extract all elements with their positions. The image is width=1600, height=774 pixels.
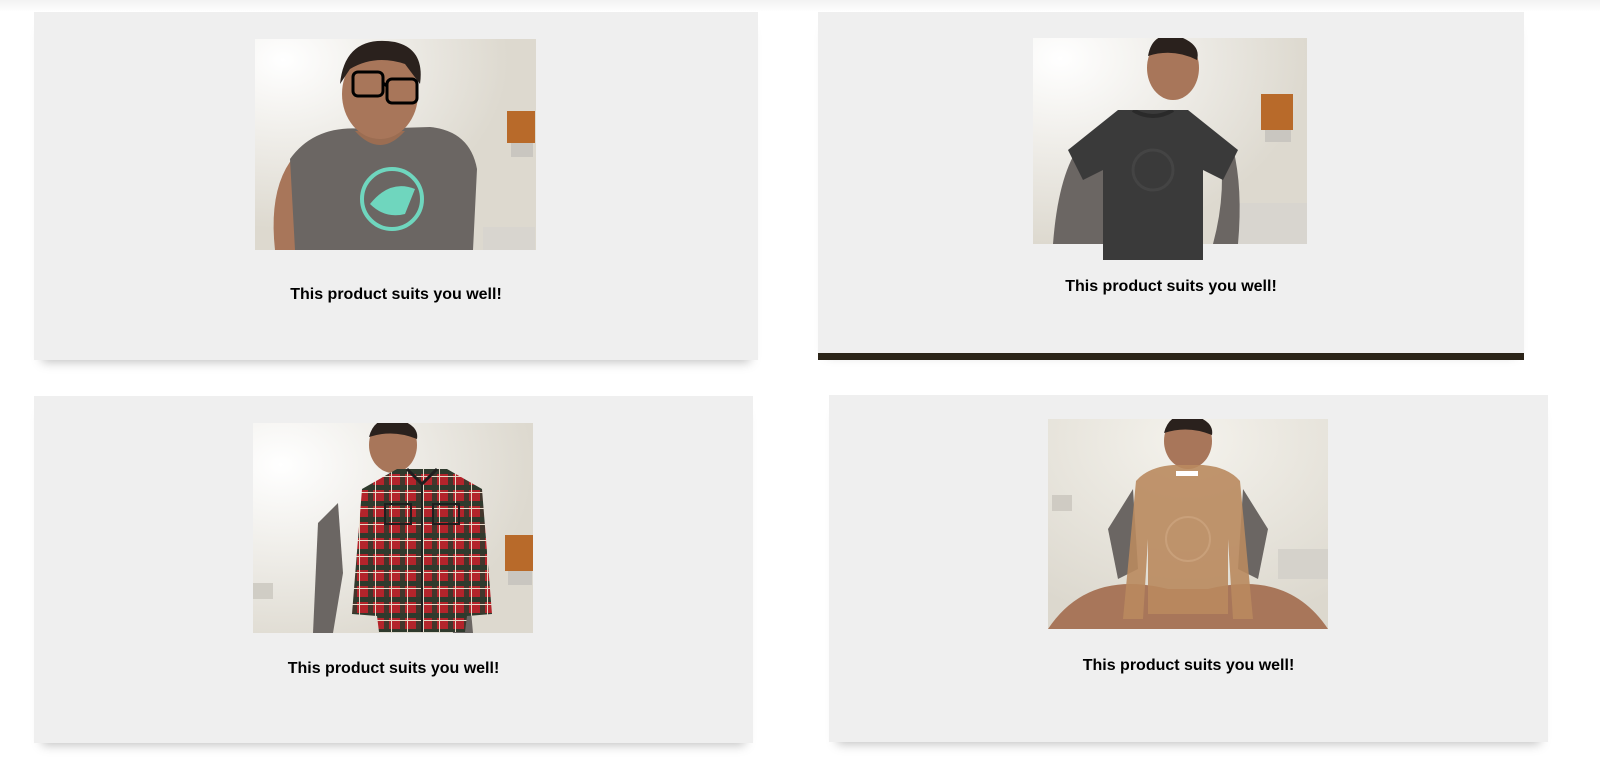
top-divider <box>0 0 1600 12</box>
tryon-card-glasses: This product suits you well! <box>34 12 758 360</box>
tryon-card-tshirt: This product suits you well! <box>818 12 1524 353</box>
tshirt-overlay-icon <box>1068 110 1238 260</box>
webcam-frame-glasses <box>255 39 536 250</box>
result-caption: This product suits you well! <box>1082 657 1295 674</box>
result-caption: This product suits you well! <box>1065 278 1277 295</box>
result-caption: This product suits you well! <box>290 286 502 303</box>
camera-preview-glasses <box>255 39 536 250</box>
camera-preview-sweater <box>1048 419 1328 629</box>
tryon-card-plaid-shirt: This product suits you well! <box>34 396 753 743</box>
sweater-overlay-icon <box>1123 465 1253 619</box>
plaid-shirt-overlay-icon <box>352 467 492 632</box>
panel-bottom-edge <box>818 353 1524 360</box>
tryon-card-sweater: This product suits you well! <box>829 395 1548 742</box>
result-caption: This product suits you well! <box>287 660 500 677</box>
webcam-frame-sweater <box>1048 419 1328 629</box>
